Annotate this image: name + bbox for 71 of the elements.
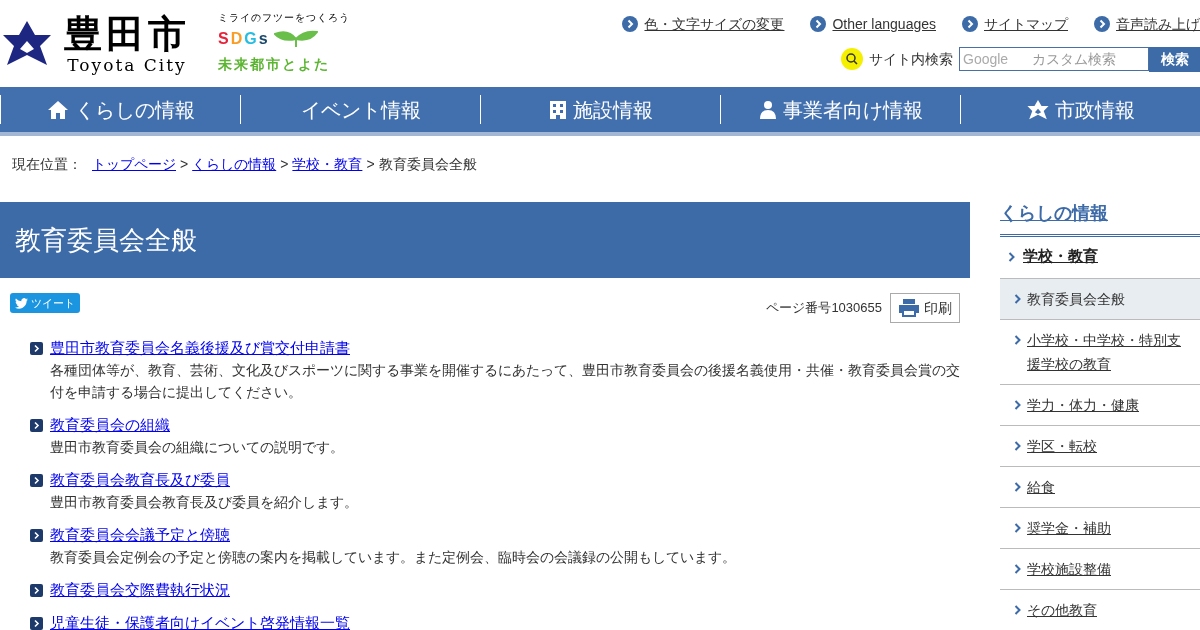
entry-link[interactable]: 教育委員会会議予定と傍聴 bbox=[50, 524, 230, 546]
utility-link[interactable]: サイトマップ bbox=[962, 13, 1068, 35]
sdgs-tagline: ミライのフツーをつくろう bbox=[218, 12, 350, 24]
sprout-icon bbox=[273, 30, 318, 48]
entry-link[interactable]: 教育委員会の組織 bbox=[50, 414, 170, 436]
entry-description: 豊田市教育委員会教育長及び委員を紹介します。 bbox=[49, 493, 359, 512]
breadcrumb-separator: > bbox=[366, 154, 375, 174]
person-icon bbox=[758, 99, 777, 120]
chevron-icon bbox=[810, 16, 827, 32]
chevron-icon bbox=[1014, 441, 1021, 451]
nav-tab[interactable]: くらしの情報 bbox=[0, 95, 241, 124]
entry-link[interactable]: 教育委員会交際費執行状況 bbox=[50, 579, 230, 601]
nav-tab[interactable]: 市政情報 bbox=[961, 95, 1200, 124]
print-button[interactable]: 印刷 bbox=[890, 293, 960, 323]
search-brand: Google bbox=[963, 50, 1009, 68]
search-icon bbox=[841, 48, 863, 70]
chevron-icon bbox=[1014, 564, 1021, 574]
sidebar-heading[interactable]: くらしの情報 bbox=[1000, 198, 1200, 234]
entry-description: 教育委員会定例会の予定と傍聴の案内を掲載しています。また定例会、臨時会の会議録の公開もしています。 bbox=[49, 548, 737, 567]
chevron-icon bbox=[962, 16, 978, 32]
nav-tab[interactable]: イベント情報 bbox=[241, 95, 481, 124]
breadcrumb-link[interactable]: くらしの情報 bbox=[192, 153, 277, 175]
chevron-icon bbox=[1014, 482, 1021, 492]
entry-description: 各種団体等が、教育、芸術、文化及びスポーツに関する事業を開催するにあたって、豊田市教育委員会の後援名義使用・共催・教育委員会賞の交付を申請する場合に提出してください。 bbox=[49, 361, 960, 402]
entry-link[interactable]: 豊田市教育委員会名義後援及び賞交付申請書 bbox=[50, 337, 350, 359]
breadcrumb-separator: > bbox=[280, 154, 289, 174]
sidebar-item[interactable]: 教育委員会全般 bbox=[1000, 279, 1200, 320]
chevron-icon bbox=[30, 473, 43, 487]
sidebar-item-label: 給食 bbox=[1027, 478, 1055, 497]
chevron-icon bbox=[1094, 16, 1110, 32]
utility-link[interactable]: 音声読み上げ bbox=[1094, 13, 1200, 35]
breadcrumb-separator: > bbox=[180, 154, 189, 174]
sdgs-mark: SDGs bbox=[218, 29, 270, 49]
chevron-icon bbox=[1008, 252, 1015, 262]
chevron-icon bbox=[30, 418, 43, 432]
building-icon bbox=[548, 99, 567, 120]
chevron-icon bbox=[30, 528, 43, 542]
breadcrumb-label: 現在位置： bbox=[12, 154, 82, 174]
nav-tab[interactable]: 施設情報 bbox=[481, 95, 721, 124]
entry-link[interactable]: 教育委員会教育長及び委員 bbox=[50, 469, 230, 491]
nav-tab[interactable]: 事業者向け情報 bbox=[721, 95, 961, 124]
chevron-icon bbox=[1014, 523, 1021, 533]
chevron-icon bbox=[30, 341, 43, 355]
entry-link[interactable]: 児童生徒・保護者向けイベント啓発情報一覧 bbox=[50, 612, 350, 630]
sidebar-item-label: 学力・体力・健康 bbox=[1027, 396, 1139, 415]
sidebar-category[interactable]: 学校・教育 bbox=[1023, 245, 1098, 268]
logo-subtitle: Toyota City bbox=[67, 54, 187, 75]
search-button[interactable]: 検索 bbox=[1149, 46, 1200, 72]
printer-icon bbox=[898, 298, 920, 318]
sidebar-item-label: 教育委員会全般 bbox=[1027, 290, 1125, 309]
search-label: サイト内検索 bbox=[869, 49, 953, 69]
breadcrumb-link[interactable]: 学校・教育 bbox=[292, 153, 363, 175]
logo-title: 豊田市 bbox=[64, 12, 190, 55]
breadcrumb-current: 教育委員会全般 bbox=[378, 154, 477, 174]
bird-icon bbox=[15, 297, 28, 309]
page-number: ページ番号1030655 bbox=[766, 299, 882, 318]
sdgs-caption: 未来都市とよた bbox=[218, 55, 331, 74]
page-title: 教育委員会全般 bbox=[0, 202, 970, 278]
chevron-icon bbox=[1014, 335, 1021, 345]
chevron-icon bbox=[622, 16, 639, 32]
utility-link[interactable]: Other languages bbox=[810, 13, 936, 35]
chevron-icon bbox=[1014, 294, 1021, 304]
chevron-icon bbox=[1014, 400, 1021, 410]
chevron-icon bbox=[1014, 605, 1021, 615]
chevron-icon bbox=[30, 583, 43, 597]
entry-description: 豊田市教育委員会の組織についての説明です。 bbox=[49, 438, 345, 457]
utility-link[interactable]: 色・文字サイズの変更 bbox=[622, 13, 785, 35]
emblem-icon bbox=[1026, 98, 1049, 121]
sidebar-item-label: 奨学金・補助 bbox=[1027, 519, 1111, 538]
home-icon bbox=[46, 99, 69, 120]
breadcrumb-link[interactable]: トップページ bbox=[92, 153, 176, 175]
